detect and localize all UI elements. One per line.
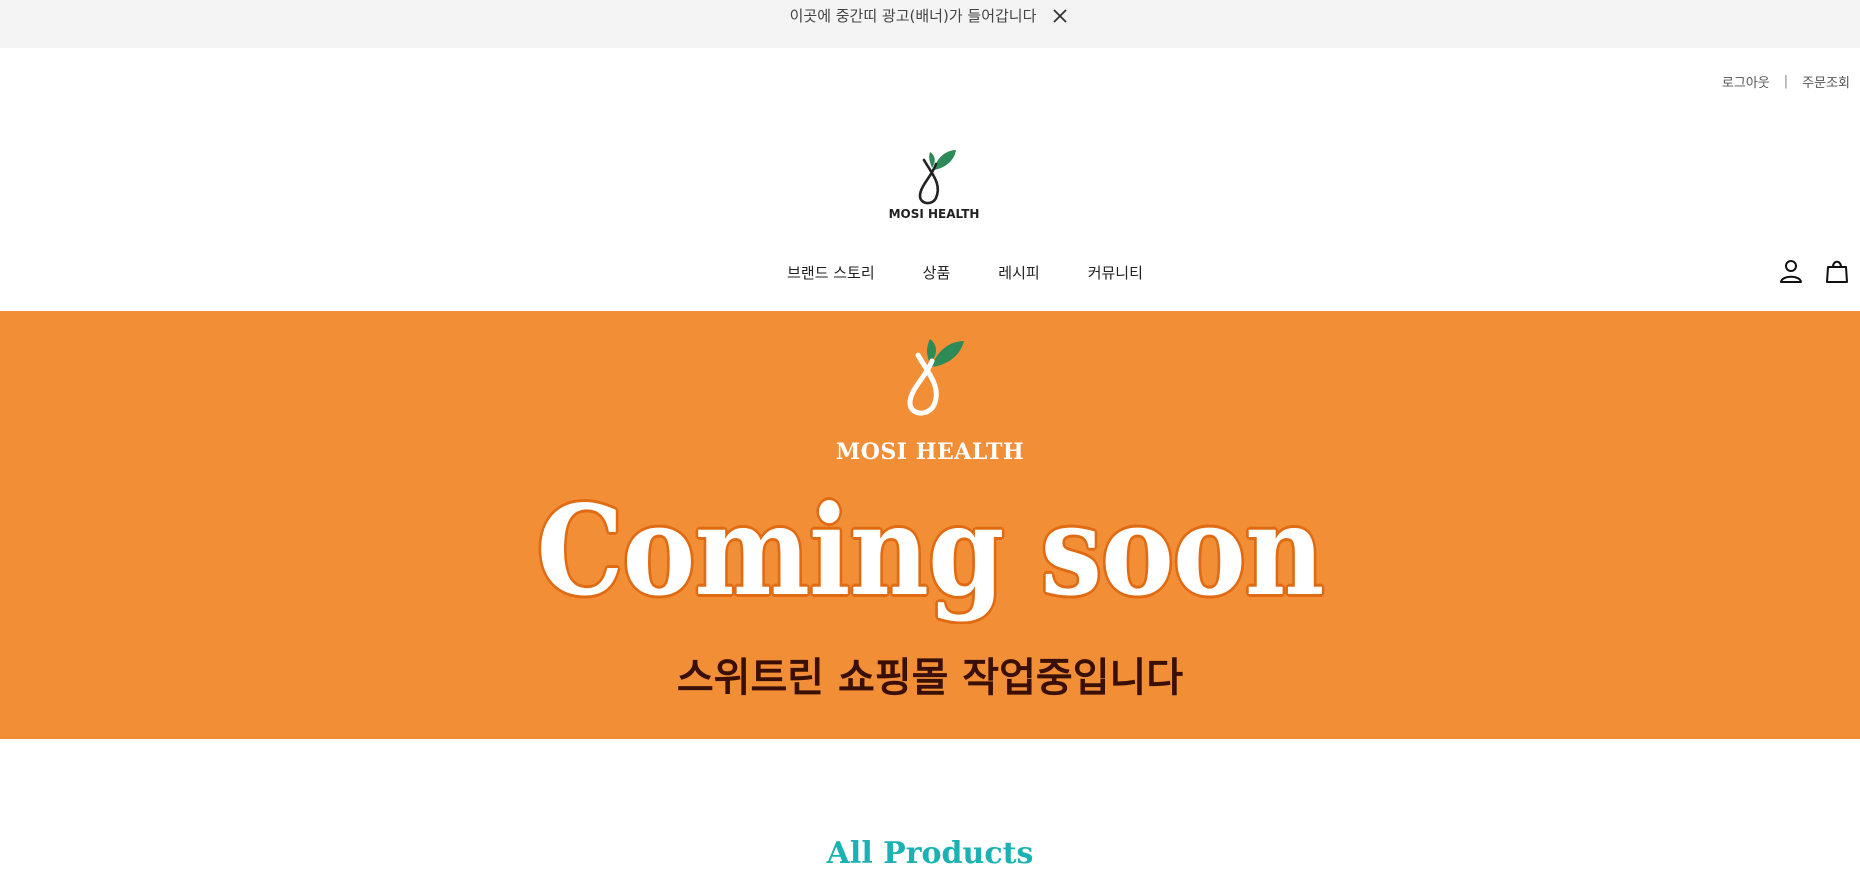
top-announcement-banner: 이곳에 중간띠 광고(배너)가 들어갑니다 [0,0,1860,48]
nav-item-brand-story[interactable]: 브랜드 스토리 [787,262,875,283]
close-icon[interactable] [1050,6,1070,26]
nav-item-community[interactable]: 커뮤니티 [1088,262,1143,283]
all-products-title: All Products [826,836,1034,871]
hero-title: Coming soon [536,479,1325,624]
shopping-bag-icon[interactable] [1824,258,1850,284]
hero-subtitle: 스위트린 쇼핑몰 작업중입니다 [676,655,1184,701]
user-icon[interactable] [1778,258,1804,284]
logo-brand-text: MOSI HEALTH [889,207,980,221]
site-logo[interactable]: MOSI HEALTH [884,140,984,222]
util-separator: | [1783,74,1789,89]
utility-links: 로그아웃 | 주문조회 [1722,72,1850,91]
order-lookup-link[interactable]: 주문조회 [1802,72,1850,91]
nav-item-products[interactable]: 상품 [923,262,951,283]
nav-item-recipe[interactable]: 레시피 [998,262,1039,283]
header-icons [1778,258,1850,284]
main-navigation: 브랜드 스토리 상품 레시피 커뮤니티 [0,262,1860,283]
hero-brand-text: MOSI HEALTH [835,439,1025,465]
top-banner-text: 이곳에 중간띠 광고(배너)가 들어갑니다 [789,7,1037,25]
mosi-health-logo-icon: MOSI HEALTH [889,150,980,221]
hero-banner[interactable]: MOSI HEALTH Coming soon 스위트린 쇼핑몰 작업중입니다 [0,311,1860,739]
logout-link[interactable]: 로그아웃 [1722,72,1770,91]
